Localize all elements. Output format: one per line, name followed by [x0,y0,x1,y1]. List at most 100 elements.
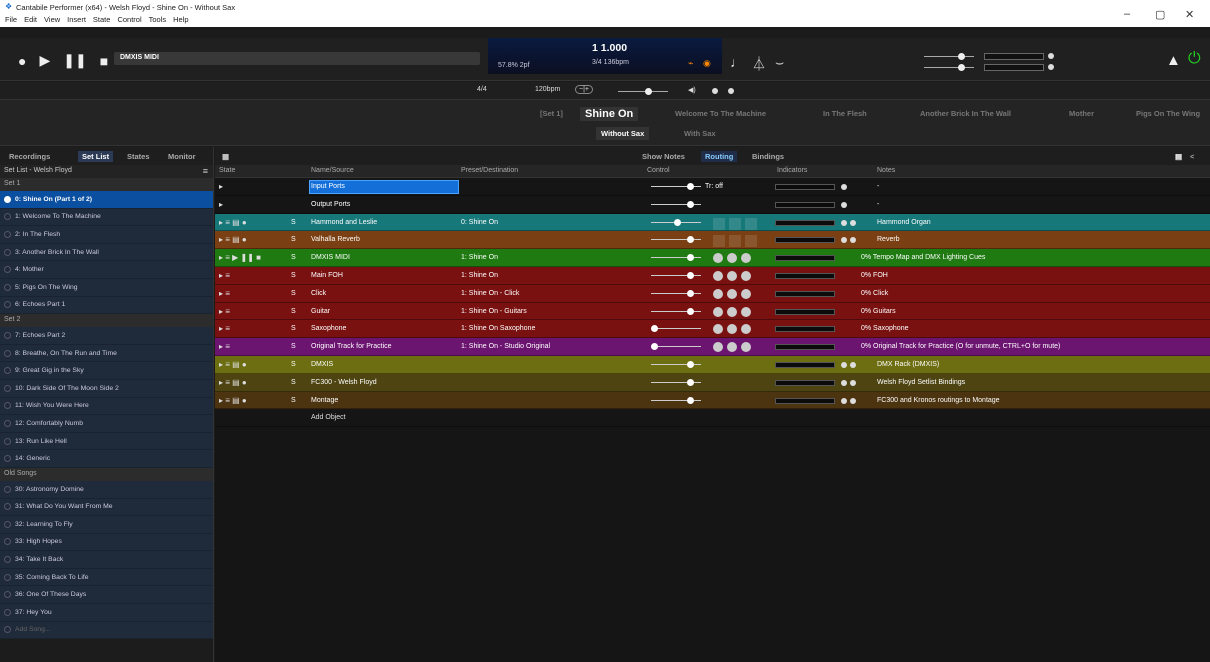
setlist-item[interactable]: 12: Comfortably Numb [0,415,213,433]
routing-row[interactable]: ▸ ≡ S Click 1: Shine On - Click 0% Click [215,284,1210,303]
solo-button[interactable]: S [291,397,296,404]
solo-button[interactable]: S [291,325,296,332]
solo-button[interactable]: S [291,219,296,226]
knob[interactable] [713,253,723,264]
gain-slider-knob[interactable] [686,378,694,386]
row-name[interactable]: FC300 - Welsh Floyd [311,379,377,386]
routing-row[interactable]: ▸ ≡ ▤ ● S FC300 - Welsh Floyd Welsh Floyd S… [215,373,1210,392]
row-knobs[interactable] [713,342,751,353]
row-controls-icon[interactable]: ▸ ≡ ▤ ● [219,360,247,369]
row-preset[interactable]: 1: Shine On - Click [461,290,519,297]
knob[interactable] [727,342,737,353]
setlist-item[interactable]: 1: Welcome To The Machine [0,208,213,227]
knob[interactable] [713,306,723,317]
add-object-button[interactable]: Add Object [311,414,346,421]
row-preset[interactable]: 1: Shine On - Guitars [461,308,527,315]
row-preset[interactable]: 1: Shine On Saxophone [461,325,535,332]
routing-row[interactable]: ▸ ≡ S Main FOH 1: Shine On 0% FOH [215,266,1210,285]
routing-row[interactable]: ▸ ≡ ▶ ❚❚ ■ S DMXIS MIDI 1: Shine On 0% Tempo… [215,249,1210,267]
routing-row[interactable]: ▸ ≡ ▤ ● S DMXIS DMX Rack (DMXIS) [215,355,1210,374]
knob[interactable] [713,324,723,335]
knob[interactable] [741,342,751,353]
tempo-slider[interactable] [618,91,668,92]
power-icon[interactable]: ⏻ [1188,50,1201,68]
routing-row[interactable]: ▸ Input Ports Tr: off - [215,178,1210,196]
setlist-item[interactable]: 33: High Hopes [0,533,213,552]
master-out-slider[interactable] [924,67,974,68]
gain-slider-knob[interactable] [674,218,681,226]
setlist-item[interactable]: 30: Astronomy Domine [0,480,213,499]
tab-recordings[interactable]: Recordings [9,152,50,161]
knob[interactable] [727,288,737,299]
gain-slider-knob[interactable] [686,289,694,297]
gain-slider[interactable] [651,328,701,330]
routing-row[interactable]: ▸ ≡ ▤ ● S Montage FC300 and Kronos routings… [215,391,1210,410]
row-preset[interactable]: 1: Shine On [461,254,498,261]
share-icon[interactable]: < [1190,152,1194,161]
menu-item[interactable]: Help [173,15,188,24]
solo-button[interactable]: S [291,379,296,386]
routing-row[interactable]: ▸ ≡ S Original Track for Practice 1: Shine … [215,338,1210,356]
row-name[interactable]: Original Track for Practice [311,343,392,350]
menu-item[interactable]: Edit [24,15,37,24]
knob[interactable] [713,270,723,281]
master-out-knob[interactable] [958,64,965,71]
routing-row[interactable]: ▸ ≡ S Saxophone 1: Shine On Saxophone 0% Sax… [215,320,1210,339]
setlist-item[interactable]: 4: Mother [0,261,213,279]
row-controls-icon[interactable]: ▸ ≡ [219,307,230,316]
row-controls-icon[interactable]: ▸ ≡ ▤ ● [219,218,247,227]
maximize-button[interactable]: ▢ [1155,8,1165,21]
metronome-icon[interactable]: ⏃ [752,54,766,74]
menu-item[interactable]: View [44,15,60,24]
current-song[interactable]: Shine On [580,107,639,121]
menu-item[interactable]: File [5,15,17,24]
setlist-item[interactable]: 36: One Of These Days [0,586,213,605]
solo-button[interactable]: S [291,290,296,297]
knob[interactable] [713,288,723,299]
gain-slider-knob[interactable] [686,396,694,404]
tab-bindings[interactable]: Bindings [752,152,784,161]
row-controls-icon[interactable]: ▸ ≡ ▤ ● [219,378,247,387]
add-song-button[interactable]: Add Song... [0,621,213,640]
knob[interactable] [727,306,737,317]
song-tab[interactable]: Welcome To The Machine [675,109,766,118]
master-in-knob[interactable] [958,53,965,60]
song-tab[interactable]: In The Flesh [823,109,867,118]
row-name[interactable]: Montage [311,397,338,404]
routing-row[interactable]: ▸ ≡ S Guitar 1: Shine On - Guitars 0% Guitar… [215,302,1210,321]
knob[interactable] [741,306,751,317]
play-icon[interactable]: ▶ [39,52,50,69]
knob[interactable] [713,342,723,353]
row-preset[interactable]: 1: Shine On [461,272,498,279]
row-knobs[interactable] [713,270,751,281]
loop-icon[interactable]: ⌣ [775,54,784,71]
knob[interactable] [741,253,751,264]
row-knobs[interactable] [713,253,751,264]
knob[interactable] [729,217,741,230]
row-name[interactable]: Hammond and Leslie [311,219,377,226]
song-tab[interactable]: Pigs On The Wing [1136,109,1200,118]
routing-row[interactable]: ▸ ≡ ▤ ● S Hammond and Leslie 0: Shine On Ham… [215,213,1210,232]
routing-row[interactable]: ▸ ≡ ▤ ● S Valhalla Reverb Reverb [215,231,1210,250]
gain-slider-knob[interactable] [686,271,694,279]
solo-button[interactable]: S [291,343,296,350]
solo-button[interactable]: S [291,308,296,315]
tempo-knob[interactable] [645,88,652,95]
stop-icon[interactable]: ■ [100,53,108,69]
metronome-note-icon[interactable]: ♩ [730,54,744,70]
gain-slider-knob[interactable] [686,307,694,315]
grid-icon[interactable]: ▦ [222,152,229,161]
setlist-item[interactable]: 34: Take It Back [0,551,213,569]
routing-row[interactable]: ▸ Output Ports - [215,195,1210,214]
tempo[interactable]: 120bpm [535,86,560,93]
row-controls-icon[interactable]: ▸ ≡ [219,271,230,280]
knob[interactable] [741,270,751,281]
current-song-bar[interactable]: DMXIS MIDI [114,52,480,65]
knob[interactable] [727,253,737,264]
setlist-item[interactable]: 35: Coming Back To Life [0,568,213,587]
tempo-stepper[interactable]: −|+ [575,85,593,94]
close-button[interactable]: ✕ [1185,8,1194,21]
knob[interactable] [727,270,737,281]
row-name[interactable]: Main FOH [311,272,343,279]
row-preset[interactable]: 1: Shine On - Studio Original [461,343,550,350]
